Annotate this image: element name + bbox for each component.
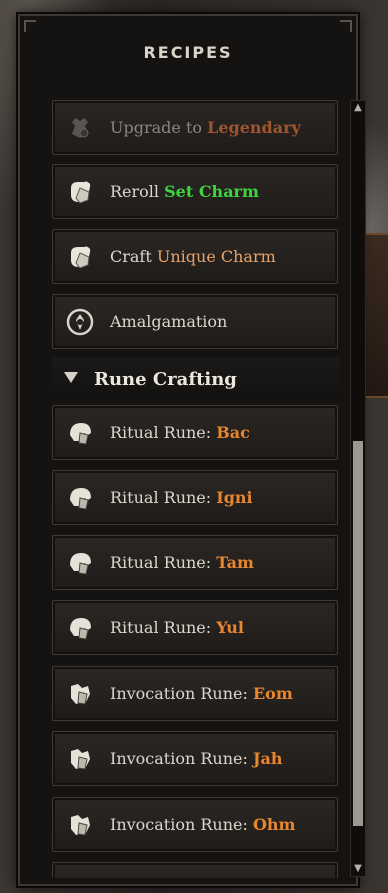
recipe-reroll-set-charm[interactable]: Reroll Set Charm [52, 164, 338, 219]
amalgamation-icon [66, 308, 94, 336]
ritual-rune-icon [70, 488, 91, 510]
recipe-label: Amalgamation [110, 312, 228, 331]
invocation-rune-icon [71, 749, 90, 770]
ritual-rune-icon [70, 423, 91, 445]
panel-title: RECIPES [143, 43, 233, 62]
scroll-down-icon[interactable]: ▼ [351, 862, 365, 876]
recipe-list: Upgrade to Legendary Reroll Set Charm Cr… [52, 100, 340, 878]
collapse-triangle-icon [64, 372, 78, 383]
recipe-label: Craft Unique Charm [110, 247, 276, 266]
recipe-upgrade-legendary[interactable]: Upgrade to Legendary [52, 100, 338, 155]
recipe-scrollbar[interactable]: ▲ ▼ [350, 100, 366, 877]
charm-craft-icon [71, 246, 91, 269]
recipe-ritual-rune-bac[interactable]: Ritual Rune: Bac [52, 405, 338, 460]
legendary-upgrade-icon [72, 118, 89, 138]
recipe-label: Ritual Rune: Bac [110, 423, 250, 442]
recipe-invocation-rune-ohm[interactable]: Invocation Rune: Ohm [52, 797, 338, 852]
recipe-craft-unique-charm[interactable]: Craft Unique Charm [52, 229, 338, 284]
recipe-label: Invocation Rune: Eom [110, 684, 293, 703]
recipe-label: Reroll Set Charm [110, 182, 259, 201]
recipes-panel: RECIPES Upgrade to Legendary Reroll Set … [18, 14, 366, 886]
recipe-amalgamation[interactable]: Amalgamation [52, 294, 338, 349]
recipe-label: Ritual Rune: Yul [110, 618, 244, 637]
recipe-label: Invocation Rune: Jah [110, 749, 283, 768]
invocation-rune-icon [71, 684, 90, 705]
recipe-invocation-rune-eom[interactable]: Invocation Rune: Eom [52, 666, 338, 721]
recipe-invocation-rune-jah[interactable]: Invocation Rune: Jah [52, 731, 338, 786]
invocation-rune-icon [71, 815, 90, 836]
recipe-ritual-rune-yul[interactable]: Ritual Rune: Yul [52, 600, 338, 655]
ritual-rune-icon [70, 553, 91, 575]
scroll-thumb[interactable] [353, 441, 363, 826]
recipe-label: Upgrade to Legendary [110, 118, 301, 137]
recipe-ritual-rune-igni[interactable]: Ritual Rune: Igni [52, 470, 338, 525]
rune-crafting-section-header[interactable]: Rune Crafting [52, 358, 340, 400]
recipe-label: Invocation Rune: Ohm [110, 815, 296, 834]
charm-reroll-icon [71, 181, 91, 204]
recipe-ritual-rune-tam[interactable]: Ritual Rune: Tam [52, 535, 338, 590]
section-label: Rune Crafting [94, 369, 237, 390]
recipe-label: Ritual Rune: Igni [110, 488, 253, 507]
recipe-label: Ritual Rune: Tam [110, 553, 254, 572]
recipe-next-partial[interactable] [52, 862, 338, 878]
ritual-rune-icon [70, 618, 91, 640]
scroll-up-icon[interactable]: ▲ [351, 101, 365, 115]
